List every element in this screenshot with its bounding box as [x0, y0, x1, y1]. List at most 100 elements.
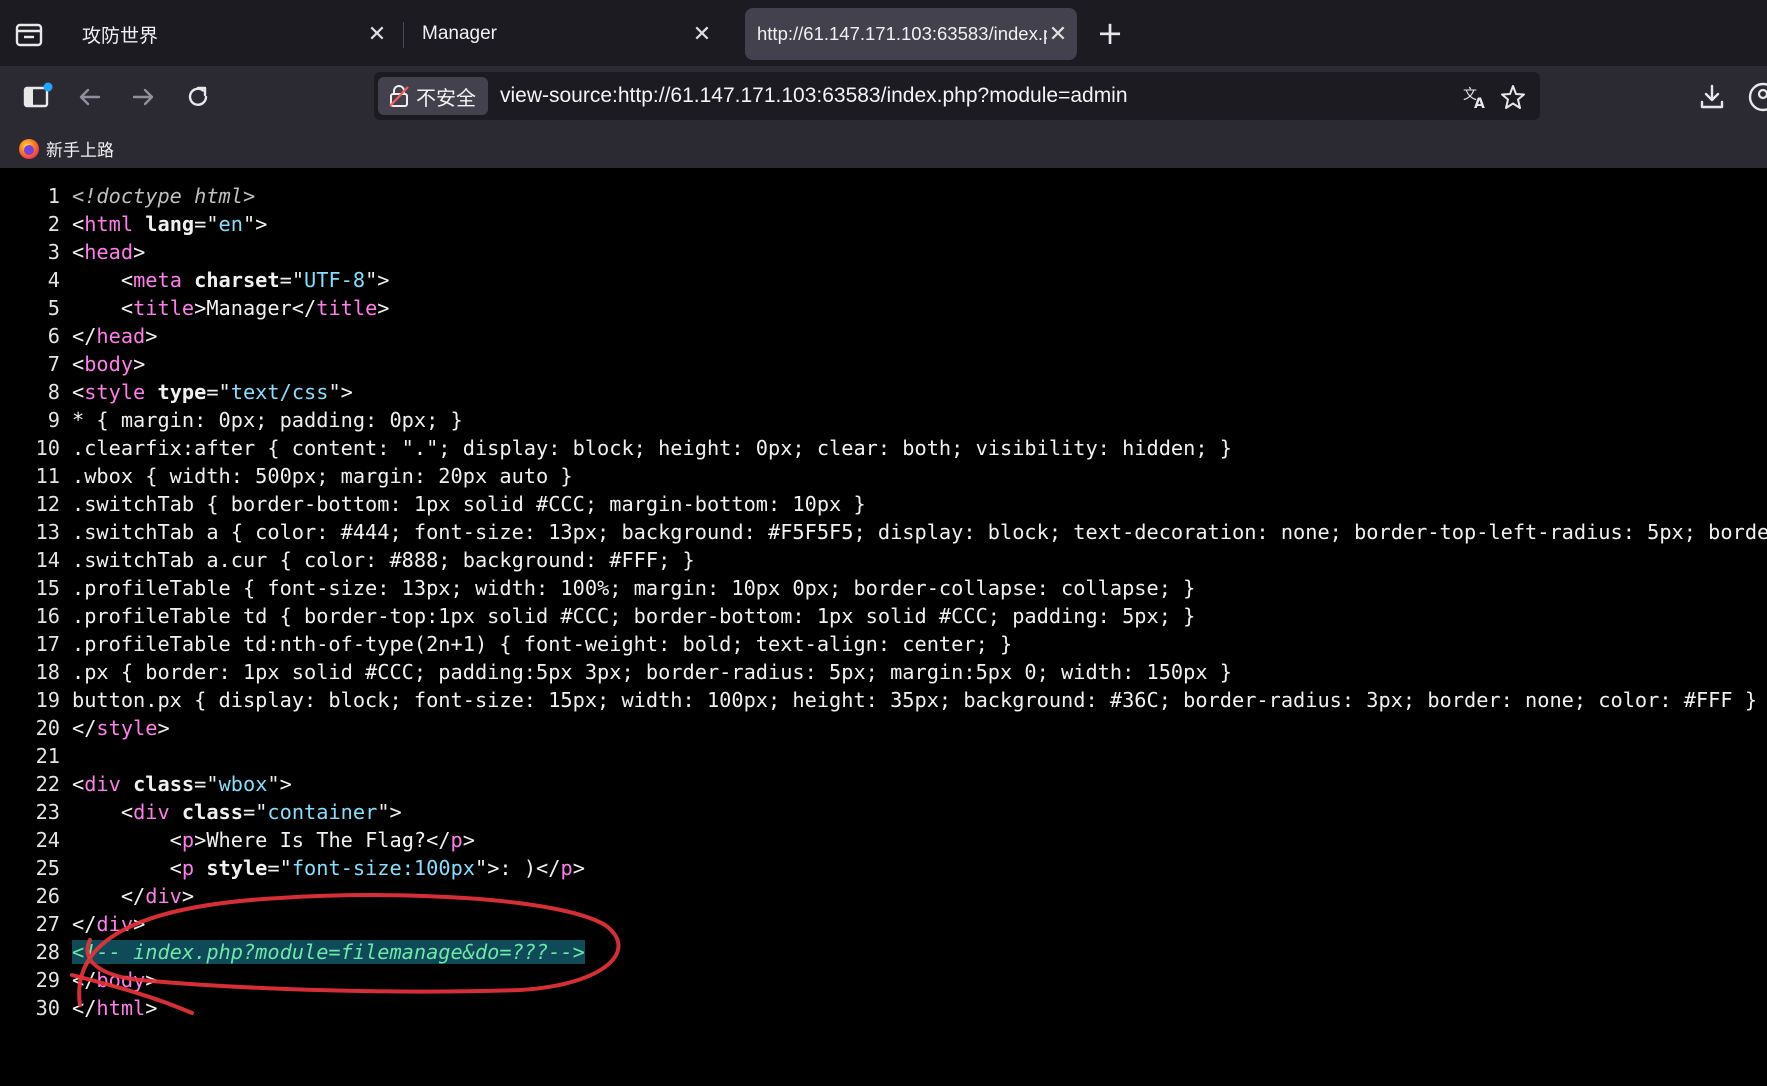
translate-icon[interactable]: 文 A [1462, 84, 1488, 110]
security-label: 不安全 [416, 85, 476, 110]
arrow-left-icon[interactable] [73, 80, 107, 114]
line-number: 5 [47, 296, 60, 320]
source-text: < [72, 268, 134, 292]
address-bar[interactable]: 不安全 view-source:http://61.147.171.103:63… [374, 72, 1540, 120]
close-icon[interactable]: ✕ [691, 22, 713, 47]
reload-icon[interactable] [181, 80, 215, 114]
source-line: 27 </div> [0, 910, 1767, 938]
line-content: .switchTab a { color: #444; font-size: 1… [72, 518, 1767, 546]
source-text: * { margin: 0px; padding: 0px; } [72, 408, 463, 432]
source-text [182, 268, 194, 292]
line-number: 28 [35, 940, 60, 964]
source-text: .px { border: 1px solid #CCC; padding:5p… [72, 660, 1232, 684]
line-number: 13 [35, 520, 60, 544]
source-line: 21 [0, 742, 1767, 770]
source-line: 20 </style> [0, 714, 1767, 742]
source-code: 1 <!doctype html> 2 <html lang="en"> 3 <head>… [0, 182, 1767, 1022]
source-text: =" [242, 800, 268, 824]
arrow-right-icon[interactable] [126, 80, 160, 114]
page-source-view[interactable]: 1 <!doctype html> 2 <html lang="en"> 3 <head>… [0, 168, 1767, 1086]
line-number: 23 [35, 800, 60, 824]
close-icon[interactable]: ✕ [1047, 22, 1069, 47]
source-text: </ [72, 716, 97, 740]
line-content: .switchTab { border-bottom: 1px solid #C… [72, 490, 866, 518]
line-number: 29 [35, 968, 60, 992]
tag-name: p [560, 856, 573, 880]
source-text: > [133, 352, 146, 376]
line-number: 15 [35, 576, 60, 600]
source-text: "> [365, 268, 390, 292]
tab-attack-defense-world[interactable]: 攻防世界 ✕ [62, 8, 402, 60]
line-number: 30 [35, 996, 60, 1020]
tab-label: http://61.147.171.103:63583/index.php?mo… [757, 23, 1047, 44]
tab-list-icon[interactable] [14, 22, 44, 48]
tag-name: title [133, 296, 195, 320]
source-text: .profileTable td { border-top:1px solid … [72, 604, 1196, 628]
line-number: 3 [47, 240, 60, 264]
source-text: =" [206, 380, 231, 404]
source-text: > [572, 856, 585, 880]
source-line: 28 <!-- index.php?module=filemanage&do=??… [0, 938, 1767, 966]
close-icon[interactable]: ✕ [366, 22, 388, 47]
source-text [133, 212, 145, 236]
tab-manager[interactable]: Manager ✕ [402, 8, 727, 60]
source-line: 24 <p>Where Is The Flag?</p> [0, 826, 1767, 854]
source-line: 5 <title>Manager</title> [0, 294, 1767, 322]
plus-icon[interactable]: + [1095, 17, 1125, 49]
account-icon[interactable] [1746, 80, 1767, 114]
attribute-name: lang [145, 212, 195, 236]
security-indicator[interactable]: 不安全 [378, 77, 488, 115]
source-text: < [72, 828, 182, 852]
url-text[interactable]: view-source:http://61.147.171.103:63583/… [500, 84, 1128, 108]
source-text: < [72, 212, 85, 236]
source-text: "> [377, 800, 402, 824]
source-text: .profileTable { font-size: 13px; width: … [72, 576, 1196, 600]
line-content: <style type="text/css"> [72, 378, 353, 406]
source-text: </ [72, 324, 97, 348]
line-number: 16 [35, 604, 60, 628]
source-line: 6 </head> [0, 322, 1767, 350]
source-line: 18 .px { border: 1px solid #CCC; padding:… [0, 658, 1767, 686]
source-text: ">: )</ [474, 856, 561, 880]
source-text: < [72, 296, 134, 320]
tag-name: head [84, 240, 134, 264]
line-number: 25 [35, 856, 60, 880]
source-text: .switchTab { border-bottom: 1px solid #C… [72, 492, 866, 516]
line-number: 12 [35, 492, 60, 516]
source-line: 25 <p style="font-size:100px">: )</p> [0, 854, 1767, 882]
source-text: =" [279, 268, 305, 292]
source-line: 8 <style type="text/css"> [0, 378, 1767, 406]
source-line: 4 <meta charset="UTF-8"> [0, 266, 1767, 294]
line-content: .profileTable td:nth-of-type(2n+1) { fon… [72, 630, 1012, 658]
source-text: "> [267, 772, 292, 796]
attribute-value: en [218, 212, 243, 236]
line-number: 11 [35, 464, 60, 488]
line-number: 4 [47, 268, 60, 292]
tag-name: title [316, 296, 378, 320]
source-text: </ [72, 912, 97, 936]
source-text [145, 380, 157, 404]
line-content: </style> [72, 714, 170, 742]
line-content: <div class="wbox"> [72, 770, 292, 798]
attribute-name: class [181, 800, 243, 824]
star-icon[interactable] [1500, 84, 1526, 110]
source-text: > [377, 296, 390, 320]
source-line: 17 .profileTable td:nth-of-type(2n+1) { f… [0, 630, 1767, 658]
source-text [194, 856, 206, 880]
source-text [121, 772, 133, 796]
source-text: >Where Is The Flag?</ [194, 828, 451, 852]
source-text: .switchTab a { color: #444; font-size: 1… [72, 520, 1767, 544]
tag-name: style [84, 380, 146, 404]
line-number: 24 [35, 828, 60, 852]
line-number: 20 [35, 716, 60, 740]
source-text: =" [194, 772, 219, 796]
tab-view-source[interactable]: http://61.147.171.103:63583/index.php?mo… [745, 8, 1077, 60]
line-content: button.px { display: block; font-size: 1… [72, 686, 1757, 714]
download-icon[interactable] [1695, 80, 1729, 114]
tag-name: head [96, 324, 146, 348]
source-text: "> [328, 380, 353, 404]
bookmark-item[interactable]: 新手上路 [18, 136, 114, 161]
doctype: <!doctype html> [72, 184, 256, 208]
source-line: 2 <html lang="en"> [0, 210, 1767, 238]
sidebar-icon[interactable] [20, 80, 54, 114]
